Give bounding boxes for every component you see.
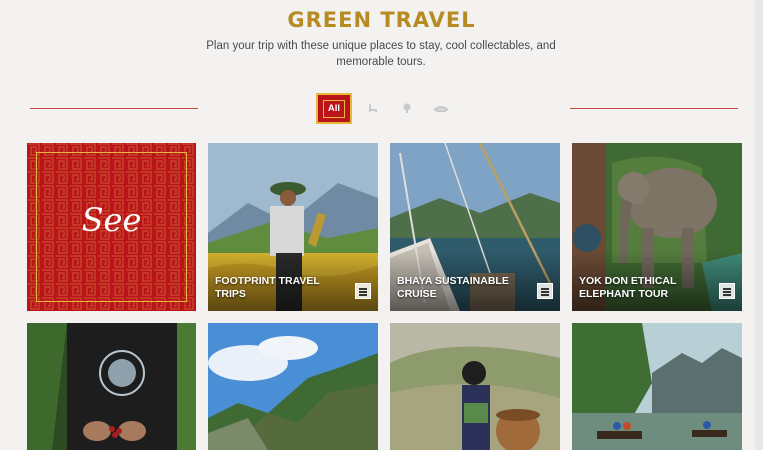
tile-caption: BHAYA SUSTAINABLE CRUISE	[397, 275, 509, 300]
bhaya-sustainable-cruise-tile[interactable]: BHAYA SUSTAINABLE CRUISE	[390, 143, 560, 311]
highland-woman-tile[interactable]	[390, 323, 560, 450]
bed-icon[interactable]	[366, 101, 380, 115]
page-title: GREEN TRAVEL	[287, 8, 476, 32]
page-subtitle: Plan your trip with these unique places …	[206, 40, 556, 68]
river-photo	[572, 323, 742, 450]
mountain-road-tile[interactable]	[208, 323, 378, 450]
coffee-tile[interactable]	[27, 323, 196, 450]
divider-right	[570, 108, 738, 109]
tile-caption: YOK DON ETHICAL ELEPHANT TOUR	[579, 275, 677, 300]
tile-caption: FOOTPRINT TRAVEL TRIPS	[215, 275, 320, 300]
mountain-photo	[208, 323, 378, 450]
see-category-tile[interactable]: See	[27, 143, 196, 311]
coffee-photo	[27, 323, 196, 450]
document-icon[interactable]	[537, 283, 553, 299]
highland-photo	[390, 323, 560, 450]
river-boats-tile[interactable]	[572, 323, 742, 450]
divider-left	[30, 108, 198, 109]
footprint-travel-trips-tile[interactable]: FOOTPRINT TRAVEL TRIPS	[208, 143, 378, 311]
bag-icon[interactable]	[400, 101, 414, 115]
document-icon[interactable]	[719, 283, 735, 299]
filter-all-label: All	[322, 99, 346, 118]
pin-icon[interactable]	[432, 101, 450, 115]
filter-all-button[interactable]: All	[316, 93, 352, 124]
scrollbar-track[interactable]	[755, 0, 763, 450]
document-icon[interactable]	[355, 283, 371, 299]
yok-don-elephant-tour-tile[interactable]: YOK DON ETHICAL ELEPHANT TOUR	[572, 143, 742, 311]
see-label: See	[81, 201, 142, 239]
